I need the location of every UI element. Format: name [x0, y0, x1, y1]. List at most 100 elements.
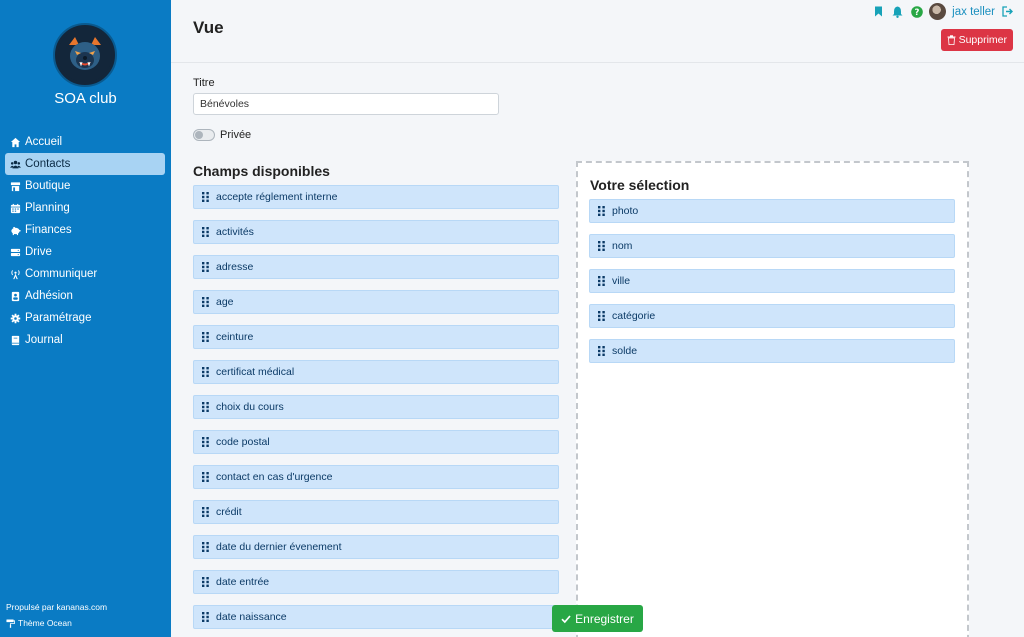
field-item[interactable]: activités — [193, 220, 559, 244]
title-input[interactable] — [193, 93, 499, 115]
svg-text:?: ? — [914, 8, 919, 18]
drag-handle-icon[interactable] — [194, 402, 216, 412]
sidebar-item-planning[interactable]: Planning — [5, 197, 165, 219]
bear-logo-icon — [58, 28, 112, 82]
sidebar-item-label: Contacts — [25, 158, 71, 170]
paint-roller-icon — [6, 618, 15, 628]
logout-icon[interactable] — [1001, 5, 1014, 18]
sidebar-item-communiquer[interactable]: Communiquer — [5, 263, 165, 285]
field-label: date du dernier évenement — [216, 541, 342, 553]
field-item[interactable]: crédit — [193, 500, 559, 524]
field-label: contact en cas d'urgence — [216, 471, 333, 483]
drag-handle-icon[interactable] — [194, 227, 216, 237]
club-name: SOA club — [54, 90, 117, 107]
selection-list: photo nom ville catégorie solde — [589, 199, 955, 374]
powered-by-link[interactable]: Propulsé par kananas.com — [6, 602, 107, 612]
field-item[interactable]: date entrée — [193, 570, 559, 594]
bell-icon[interactable] — [891, 5, 904, 18]
selected-field-item[interactable]: nom — [589, 234, 955, 258]
field-label: date naissance — [216, 611, 287, 623]
drag-handle-icon[interactable] — [194, 297, 216, 307]
bookmark-icon[interactable] — [872, 5, 885, 18]
drag-handle-icon[interactable] — [194, 332, 216, 342]
field-label: choix du cours — [216, 401, 284, 413]
toggle-knob — [195, 131, 203, 139]
field-item[interactable]: age — [193, 290, 559, 314]
drag-handle-icon[interactable] — [194, 367, 216, 377]
drag-handle-icon[interactable] — [194, 472, 216, 482]
gear-icon — [8, 311, 22, 325]
drag-handle-icon[interactable] — [194, 577, 216, 587]
club-logo[interactable] — [53, 23, 117, 87]
save-button-label: Enregistrer — [575, 611, 634, 626]
sidebar-item-adhesion[interactable]: Adhésion — [5, 285, 165, 307]
sidebar-item-contacts[interactable]: Contacts — [5, 153, 165, 175]
sidebar-item-boutique[interactable]: Boutique — [5, 175, 165, 197]
field-item[interactable]: date du dernier évenement — [193, 535, 559, 559]
page-header: Vue ? jax teller Supprimer — [171, 0, 1024, 63]
sidebar-item-label: Accueil — [25, 136, 63, 148]
drag-handle-icon[interactable] — [194, 262, 216, 272]
selection-heading: Votre sélection — [590, 177, 690, 193]
field-label: solde — [612, 345, 638, 357]
field-item[interactable]: adresse — [193, 255, 559, 279]
field-item[interactable]: choix du cours — [193, 395, 559, 419]
drag-handle-icon[interactable] — [590, 346, 612, 356]
user-name[interactable]: jax teller — [952, 6, 995, 18]
drag-handle-icon[interactable] — [590, 311, 612, 321]
sidebar-item-label: Paramétrage — [25, 312, 92, 324]
book-icon — [8, 333, 22, 347]
delete-button[interactable]: Supprimer — [940, 29, 1013, 51]
field-label: certificat médical — [216, 366, 295, 378]
sidebar-item-label: Journal — [25, 334, 63, 346]
drag-handle-icon[interactable] — [194, 437, 216, 447]
field-item[interactable]: accepte réglement interne — [193, 185, 559, 209]
sidebar-item-drive[interactable]: Drive — [5, 241, 165, 263]
field-label: accepte réglement interne — [216, 191, 338, 203]
drag-handle-icon[interactable] — [194, 192, 216, 202]
sidebar-item-label: Finances — [25, 224, 72, 236]
top-toolbar: ? jax teller — [872, 3, 1014, 20]
home-icon — [8, 135, 22, 149]
drive-icon — [8, 245, 22, 259]
sidebar-item-parametrage[interactable]: Paramétrage — [5, 307, 165, 329]
sidebar-item-label: Boutique — [25, 180, 71, 192]
selected-field-item[interactable]: catégorie — [589, 304, 955, 328]
sidebar-item-finances[interactable]: Finances — [5, 219, 165, 241]
theme-selector[interactable]: Thème Ocean — [6, 618, 72, 628]
field-item[interactable]: certificat médical — [193, 360, 559, 384]
drag-handle-icon[interactable] — [590, 241, 612, 251]
sidebar-item-label: Adhésion — [25, 290, 73, 302]
available-fields-list: accepte réglement interne activités adre… — [193, 185, 559, 637]
field-item[interactable]: contact en cas d'urgence — [193, 465, 559, 489]
private-label: Privée — [220, 129, 252, 141]
field-label: code postal — [216, 436, 270, 448]
field-item[interactable]: ceinture — [193, 325, 559, 349]
help-icon[interactable]: ? — [910, 5, 923, 18]
sidebar-item-journal[interactable]: Journal — [5, 329, 165, 351]
drag-handle-icon[interactable] — [590, 276, 612, 286]
selected-field-item[interactable]: ville — [589, 269, 955, 293]
broadcast-icon — [8, 267, 22, 281]
piggy-bank-icon — [8, 223, 22, 237]
sidebar: SOA club Accueil Contacts Boutique Plann… — [0, 0, 171, 637]
calendar-icon — [8, 201, 22, 215]
sidebar-nav: Accueil Contacts Boutique Planning Finan… — [5, 131, 165, 351]
avatar[interactable] — [929, 3, 947, 20]
drag-handle-icon[interactable] — [194, 507, 216, 517]
selected-field-item[interactable]: photo — [589, 199, 955, 223]
field-item[interactable]: date naissance — [193, 605, 559, 629]
title-label: Titre — [193, 77, 215, 89]
private-toggle[interactable] — [193, 129, 215, 141]
drag-handle-icon[interactable] — [590, 206, 612, 216]
drag-handle-icon[interactable] — [194, 612, 216, 622]
save-button[interactable]: Enregistrer — [552, 605, 643, 632]
sidebar-item-label: Communiquer — [25, 268, 98, 280]
selected-field-item[interactable]: solde — [589, 339, 955, 363]
field-label: date entrée — [216, 576, 270, 588]
sidebar-item-accueil[interactable]: Accueil — [5, 131, 165, 153]
drag-handle-icon[interactable] — [194, 542, 216, 552]
page-title: Vue — [193, 18, 224, 37]
field-label: activités — [216, 226, 254, 238]
field-item[interactable]: code postal — [193, 430, 559, 454]
